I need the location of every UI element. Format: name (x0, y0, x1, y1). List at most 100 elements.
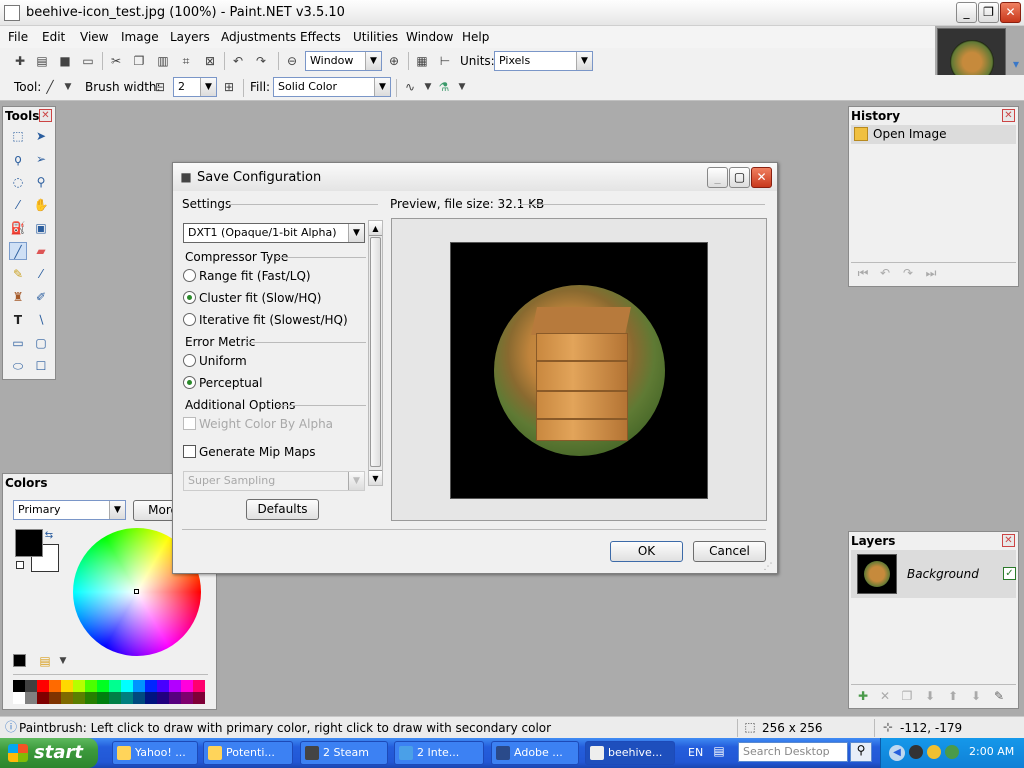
color-picker-icon[interactable]: ⁄ (32, 265, 50, 283)
taskbar-item-internet[interactable]: 2 Inte... (394, 741, 484, 765)
scroll-up-icon[interactable]: ▲ (369, 221, 382, 236)
iterative-fit-label[interactable]: Iterative fit (Slowest/HQ) (199, 313, 348, 327)
menu-utilities[interactable]: Utilities (353, 30, 398, 44)
color-palette[interactable] (13, 680, 205, 704)
fill-select[interactable]: Solid Color ▼ (273, 77, 391, 97)
ellipse-select-icon[interactable]: ◌ (9, 173, 27, 191)
defaults-button[interactable]: Defaults (246, 499, 319, 520)
palette-swatch[interactable] (133, 692, 145, 704)
taskbar-item-potenti[interactable]: Potenti... (203, 741, 293, 765)
restore-button[interactable]: ❐ (978, 2, 999, 23)
chevron-down-icon[interactable]: ▼ (55, 653, 71, 669)
save-icon[interactable]: ■ (57, 53, 73, 69)
zoom-select[interactable]: Window ▼ (305, 51, 382, 71)
palette-swatch[interactable] (85, 692, 97, 704)
palette-swatch[interactable] (49, 680, 61, 692)
network-tray-icon[interactable] (945, 745, 959, 759)
cut-icon[interactable]: ✂ (108, 53, 124, 69)
close-icon[interactable]: ✕ (39, 109, 52, 122)
format-select[interactable]: DXT1 (Opaque/1-bit Alpha) ▼ (183, 223, 365, 243)
palette-swatch[interactable] (169, 692, 181, 704)
palette-swatch[interactable] (13, 680, 25, 692)
palette-swatch[interactable] (109, 680, 121, 692)
settings-scrollbar[interactable]: ▲ ▼ (368, 220, 383, 486)
lasso-select-icon[interactable]: ϙ (9, 150, 27, 168)
search-icon[interactable]: ⚲ (850, 742, 872, 762)
add-layer-icon[interactable]: ✚ (855, 688, 871, 704)
menu-window[interactable]: Window (406, 30, 453, 44)
duplicate-layer-icon[interactable]: ❐ (899, 688, 915, 704)
print-icon[interactable]: ▭ (80, 53, 96, 69)
taskbar-item-beehive[interactable]: beehive... (585, 741, 675, 765)
grid-icon[interactable]: ▦ (414, 53, 430, 69)
mip-maps-checkbox[interactable] (183, 445, 196, 458)
undo-icon[interactable]: ↶ (877, 265, 893, 281)
palette-swatch[interactable] (169, 680, 181, 692)
palette-swatch[interactable] (157, 680, 169, 692)
blend-mode-icon[interactable]: ⚗ (436, 79, 452, 95)
menu-help[interactable]: Help (462, 30, 489, 44)
palette-swatch[interactable] (145, 692, 157, 704)
brush-width-select[interactable]: 2 ▼ (173, 77, 217, 97)
paintbrush-icon[interactable]: ╱ (9, 242, 27, 260)
palette-swatch[interactable] (193, 692, 205, 704)
menu-layers[interactable]: Layers (170, 30, 210, 44)
palette-swatch[interactable] (97, 680, 109, 692)
rewind-icon[interactable]: ⏮ (855, 265, 871, 281)
text-icon[interactable]: T (9, 311, 27, 329)
line-curve-icon[interactable]: ∖ (32, 311, 50, 329)
close-icon[interactable]: ✕ (1002, 534, 1015, 547)
move-down-icon[interactable]: ⬇ (968, 688, 984, 704)
freeform-shape-icon[interactable]: ☐ (32, 357, 50, 375)
magic-wand-icon[interactable]: ⁄ (9, 196, 27, 214)
mip-maps-label[interactable]: Generate Mip Maps (199, 445, 316, 459)
dialog-close-button[interactable]: ✕ (751, 167, 772, 188)
menu-edit[interactable]: Edit (42, 30, 65, 44)
palette-swatch[interactable] (61, 680, 73, 692)
dialog-minimize-button[interactable]: _ (707, 167, 728, 188)
chevron-down-icon[interactable]: ▼ (454, 79, 470, 95)
rectangle-shape-icon[interactable]: ▭ (9, 334, 27, 352)
cancel-button[interactable]: Cancel (693, 541, 766, 562)
zoom-in-icon[interactable]: ⊕ (386, 53, 402, 69)
palette-swatch[interactable] (145, 680, 157, 692)
uniform-radio[interactable] (183, 354, 196, 367)
delete-layer-icon[interactable]: ✕ (877, 688, 893, 704)
fast-forward-icon[interactable]: ⏭ (923, 265, 939, 281)
new-file-icon[interactable]: ✚ (12, 53, 28, 69)
palette-swatch[interactable] (85, 680, 97, 692)
close-icon[interactable]: ✕ (1002, 109, 1015, 122)
add-to-palette-icon[interactable] (13, 654, 26, 667)
palette-swatch[interactable] (121, 680, 133, 692)
redo-icon[interactable]: ↷ (900, 265, 916, 281)
toolbar-overflow-icon[interactable]: ▾ (1008, 56, 1024, 72)
palette-swatch[interactable] (73, 680, 85, 692)
paste-icon[interactable]: ▥ (155, 53, 171, 69)
range-fit-radio[interactable] (183, 269, 196, 282)
color-mode-select[interactable]: Primary ▼ (13, 500, 126, 520)
scroll-down-icon[interactable]: ▼ (369, 470, 382, 485)
palette-swatch[interactable] (97, 692, 109, 704)
ruler-icon[interactable]: ⊢ (437, 53, 453, 69)
language-indicator[interactable]: EN (688, 746, 703, 759)
paint-bucket-icon[interactable]: ⛽ (9, 219, 27, 237)
redo-icon[interactable]: ↷ (253, 53, 269, 69)
open-file-icon[interactable]: ▤ (34, 53, 50, 69)
units-select[interactable]: Pixels ▼ (494, 51, 593, 71)
palette-swatch[interactable] (13, 692, 25, 704)
palette-swatch[interactable] (49, 692, 61, 704)
zoom-tool-icon[interactable]: ⚲ (32, 173, 50, 191)
move-selection-icon[interactable]: ➢ (32, 150, 50, 168)
move-up-icon[interactable]: ⬆ (945, 688, 961, 704)
steam-tray-icon[interactable] (909, 745, 923, 759)
palette-swatch[interactable] (121, 692, 133, 704)
antialiasing-icon[interactable]: ∿ (402, 79, 418, 95)
copy-icon[interactable]: ❐ (131, 53, 147, 69)
move-selected-icon[interactable]: ➤ (32, 127, 50, 145)
palette-swatch[interactable] (61, 692, 73, 704)
dialog-maximize-button[interactable]: ▢ (729, 167, 750, 188)
palette-swatch[interactable] (73, 692, 85, 704)
palette-swatch[interactable] (181, 692, 193, 704)
menu-view[interactable]: View (80, 30, 108, 44)
swap-colors-icon[interactable]: ⇆ (43, 528, 55, 541)
